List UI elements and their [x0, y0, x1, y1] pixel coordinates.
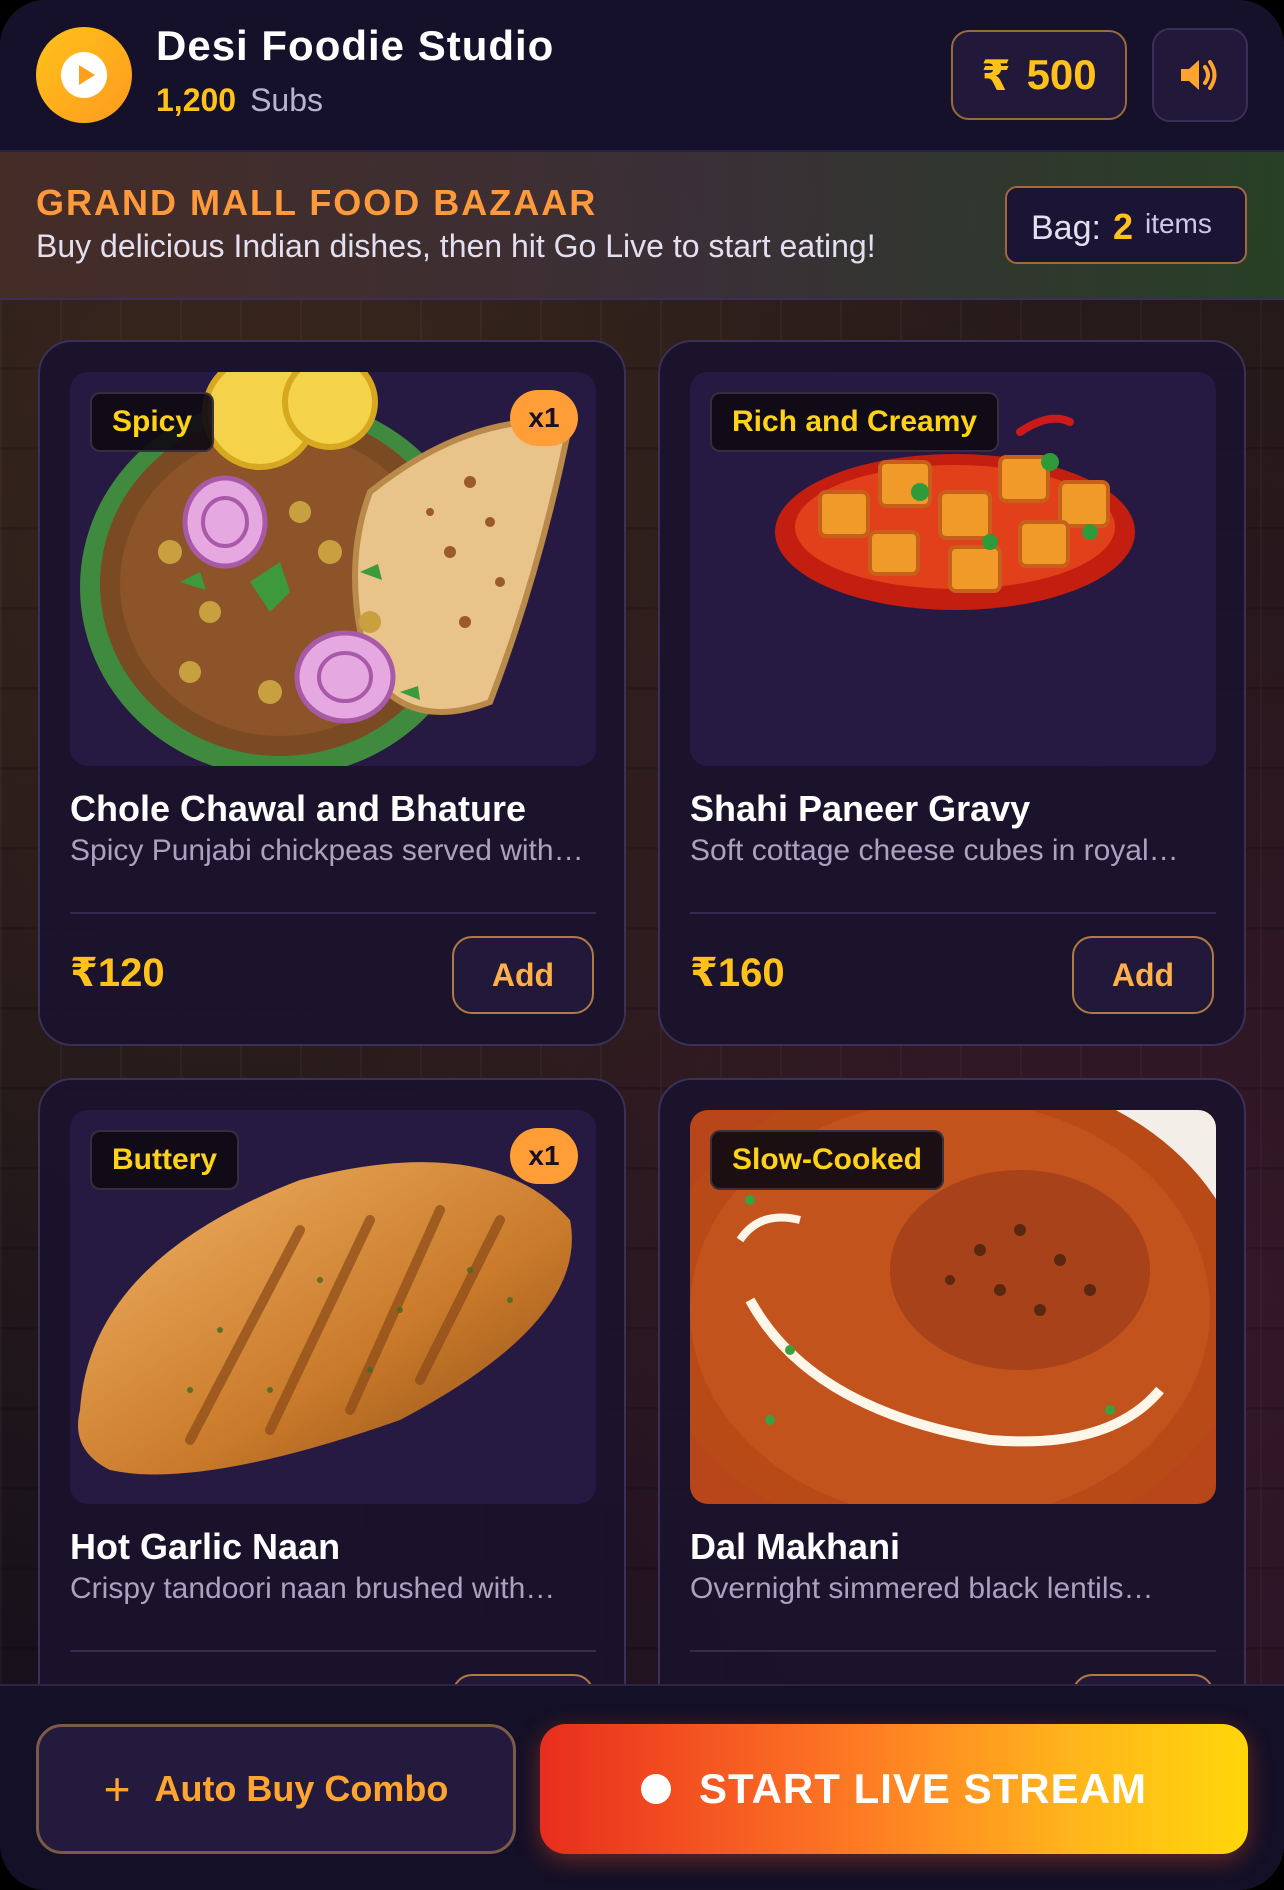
- location-banner: GRAND MALL FOOD BAZAAR Buy delicious Ind…: [0, 152, 1284, 300]
- bag-label: Bag:: [1031, 209, 1101, 247]
- dish-card-chole[interactable]: Spicy x1 Chole Chawal and Bhature Spicy …: [38, 340, 626, 1046]
- dish-name: Dal Makhani: [690, 1526, 901, 1567]
- dish-image-naan: Buttery x1: [70, 1110, 596, 1504]
- divider: [690, 912, 1216, 914]
- auto-buy-combo-button[interactable]: + Auto Buy Combo: [36, 1724, 516, 1854]
- banner-subtitle: Buy delicious Indian dishes, then hit Go…: [36, 228, 876, 264]
- quantity-badge: x1: [510, 1128, 578, 1184]
- dish-name: Hot Garlic Naan: [70, 1526, 341, 1567]
- dish-description: Soft cottage cheese cubes in royal…: [690, 834, 1179, 867]
- dish-description: Overnight simmered black lentils…: [690, 1572, 1154, 1605]
- coin-amount: 500: [1026, 51, 1097, 98]
- dish-image-paneer: Rich and Creamy: [690, 372, 1216, 766]
- sound-toggle-button[interactable]: [1152, 28, 1248, 122]
- subscriber-count: 1,200 Subs: [156, 82, 323, 119]
- bag-items-label: items: [1144, 208, 1212, 239]
- subs-number: 1,200: [156, 82, 237, 118]
- dish-price: ₹120: [70, 951, 165, 995]
- dish-card-paneer[interactable]: Rich and Creamy Shahi Paneer Gravy Soft …: [658, 340, 1246, 1046]
- add-button[interactable]: Add: [452, 936, 594, 1014]
- record-dot-icon: [641, 1774, 672, 1804]
- dish-name: Chole Chawal and Bhature: [70, 788, 527, 829]
- plus-icon: +: [103, 1763, 131, 1815]
- quantity-badge: x1: [510, 390, 578, 446]
- dish-card-dal[interactable]: Slow-Cooked Dal Makhani Overnight simmer…: [658, 1078, 1246, 1784]
- dish-tag: Spicy: [90, 392, 215, 452]
- game-screen: Desi Foodie Studio 1,200 Subs ₹ 500 GRAND…: [0, 0, 1284, 1890]
- divider: [70, 912, 596, 914]
- dish-price: ₹160: [690, 951, 785, 995]
- dish-tag: Rich and Creamy: [710, 392, 1000, 452]
- banner-title: GRAND MALL FOOD BAZAAR: [36, 182, 598, 223]
- dish-card-naan[interactable]: Buttery x1 Hot Garlic Naan Crispy tandoo…: [38, 1078, 626, 1784]
- channel-name: Desi Foodie Studio: [156, 22, 555, 69]
- speaker-icon: [1181, 60, 1217, 90]
- top-bar: Desi Foodie Studio 1,200 Subs ₹ 500: [0, 0, 1284, 152]
- divider: [70, 1650, 596, 1652]
- dish-tag: Buttery: [90, 1130, 240, 1190]
- subs-label: Subs: [250, 82, 324, 118]
- bottom-action-bar: + Auto Buy Combo START LIVE STREAM: [0, 1684, 1284, 1890]
- rupee-icon: ₹: [981, 51, 1011, 99]
- dish-name: Shahi Paneer Gravy: [690, 788, 1031, 829]
- start-live-stream-button[interactable]: START LIVE STREAM: [540, 1724, 1248, 1854]
- bag-count: 2: [1112, 206, 1133, 247]
- divider: [690, 1650, 1216, 1652]
- add-button[interactable]: Add: [1072, 936, 1214, 1014]
- dish-tag: Slow-Cooked: [710, 1130, 945, 1190]
- bag-counter[interactable]: Bag: 2 items: [1005, 186, 1247, 264]
- dish-description: Spicy Punjabi chickpeas served with…: [70, 834, 584, 867]
- dish-description: Crispy tandoori naan brushed with…: [70, 1572, 556, 1605]
- auto-buy-combo-label: Auto Buy Combo: [154, 1768, 449, 1809]
- dish-image-dal: Slow-Cooked: [690, 1110, 1216, 1504]
- play-icon: [61, 52, 107, 98]
- start-live-stream-label: START LIVE STREAM: [699, 1765, 1147, 1812]
- coin-balance[interactable]: ₹ 500: [951, 30, 1127, 120]
- dish-image-chole: Spicy x1: [70, 372, 596, 766]
- channel-logo-play-icon[interactable]: [36, 27, 132, 123]
